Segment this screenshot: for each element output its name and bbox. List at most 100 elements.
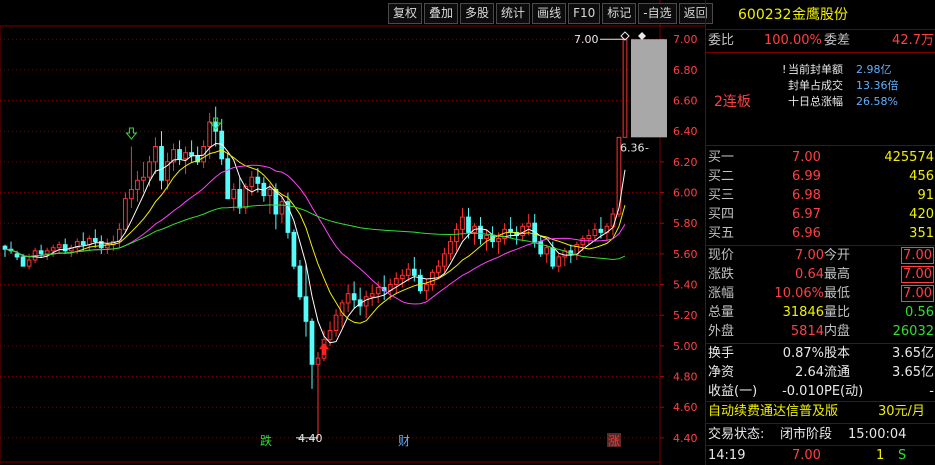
- axis-tick-label: 6.00: [673, 187, 698, 200]
- candle-body: [135, 179, 140, 190]
- promo-price[interactable]: 30元/月: [878, 402, 925, 421]
- prev-close-dash: -: [645, 141, 649, 154]
- axis-tick-label: 5.80: [673, 217, 698, 230]
- candle-body: [249, 176, 255, 187]
- quote-value: 7.00: [901, 285, 934, 302]
- candle: [417, 269, 423, 294]
- bid-price: 6.98: [792, 188, 821, 203]
- toolbar-button[interactable]: 画线: [532, 3, 567, 24]
- bid-row: 买五 6.96 351: [706, 224, 935, 243]
- fundamental-value: 2.64: [795, 365, 824, 380]
- marker-label: 财: [398, 434, 410, 448]
- quote-label: 最低: [824, 286, 851, 301]
- quote-value: 26032: [892, 324, 934, 339]
- candle-body: [399, 274, 405, 279]
- quote-value: 10.06%: [774, 286, 824, 301]
- quote-row: 涨跌 0.64 最高 7.00: [706, 265, 935, 284]
- candle: [225, 152, 231, 200]
- candle: [237, 177, 243, 214]
- candle-body: [327, 330, 333, 341]
- candle-body: [436, 265, 441, 273]
- toolbar-button[interactable]: 复权: [388, 3, 423, 24]
- candle-body: [153, 146, 158, 163]
- toolbar-button[interactable]: F10: [568, 3, 601, 24]
- candle-body: [38, 250, 44, 255]
- toolbar-button[interactable]: 叠加: [424, 3, 459, 24]
- candle: [574, 241, 580, 260]
- bid-row: 买四 6.97 420: [706, 205, 935, 224]
- candle-body: [2, 245, 8, 250]
- bid-row: 买三 6.98 91: [706, 186, 935, 205]
- candle-body: [159, 146, 164, 181]
- promo-text[interactable]: 自动续费通达信普及版: [708, 402, 838, 421]
- axis-tick-label: 6.40: [673, 125, 698, 138]
- bid-volume: 456: [909, 169, 934, 184]
- toolbar-button[interactable]: 多股: [460, 3, 495, 24]
- candle-body: [26, 259, 32, 267]
- candle: [297, 260, 303, 300]
- candle: [129, 146, 134, 208]
- marker-label: 涨: [608, 433, 620, 448]
- candle-body: [405, 268, 411, 276]
- bid-price: 7.00: [792, 150, 821, 165]
- tick-time: 14:19: [708, 448, 746, 463]
- event-marker-cai: 财: [398, 434, 410, 448]
- candle-body: [183, 152, 188, 160]
- trade-status-time: 15:00:04: [848, 427, 907, 442]
- toolbar-button[interactable]: -自选: [638, 3, 677, 24]
- bid-label: 买五: [708, 226, 735, 241]
- candle-body: [309, 320, 315, 365]
- quote-row: 涨幅 10.06% 最低 7.00: [706, 284, 935, 303]
- candle-body: [44, 250, 50, 255]
- candle-body: [237, 188, 243, 209]
- candle-body: [333, 314, 339, 332]
- candle: [123, 192, 128, 233]
- toolbar-button[interactable]: 标记: [602, 3, 637, 24]
- quote-label: 内盘: [824, 324, 851, 339]
- candle: [369, 284, 375, 306]
- order-ratio-row: 委比 100.00% 委差 42.7万: [706, 31, 935, 50]
- candle-body: [56, 244, 62, 249]
- quote-value: 0.64: [795, 267, 824, 282]
- kline-svg[interactable]: 7.00 6.80 6.60 6.40 6.20 6.00 5.80 5.60 5.40 5.20…: [0, 0, 705, 465]
- candle: [219, 118, 225, 165]
- axis-tick-label: 5.40: [673, 279, 698, 292]
- axis-tick-label: 4.80: [673, 371, 698, 384]
- axis-tick-label: 7.00: [673, 33, 698, 46]
- fundamental-value: 0.87%: [782, 346, 824, 361]
- promo-row[interactable]: 自动续费通达信普及版 30元/月: [706, 402, 935, 421]
- bid-volume: 351: [909, 226, 934, 241]
- quote-label: 最高: [824, 267, 851, 282]
- candle: [303, 263, 309, 337]
- candle-body: [592, 228, 598, 236]
- wei-bi-label: 委比: [708, 33, 735, 48]
- bid-row: 买二 6.99 456: [706, 167, 935, 186]
- candle-body: [279, 201, 285, 215]
- candle: [291, 229, 297, 270]
- candle-body: [580, 238, 586, 246]
- candle-body: [363, 296, 369, 307]
- quote-value: 31846: [782, 305, 824, 320]
- wei-cha-value: 42.7万: [892, 33, 934, 48]
- toolbar-button[interactable]: 统计: [496, 3, 531, 24]
- candle-body: [369, 293, 375, 298]
- kline-chart[interactable]: 7.00 6.80 6.60 6.40 6.20 6.00 5.80 5.60 5.40 5.20…: [0, 0, 713, 465]
- candle: [309, 318, 315, 389]
- event-marker-zhang: 涨: [607, 433, 621, 448]
- candle-body: [586, 234, 592, 240]
- candle: [423, 278, 429, 300]
- candle: [171, 143, 176, 172]
- candle: [153, 137, 158, 175]
- stock-header: 600232 金鹰股份: [706, 6, 935, 25]
- down-arrow-icon: [125, 127, 138, 140]
- candle: [68, 244, 74, 257]
- fundamental-label: 流通: [824, 365, 851, 380]
- candle: [141, 161, 146, 193]
- candle: [207, 112, 213, 159]
- candle-body: [123, 198, 128, 230]
- candle-body: [544, 247, 550, 255]
- stock-code: 600232: [738, 7, 792, 23]
- candle-body: [538, 241, 544, 255]
- candle-body: [20, 256, 26, 267]
- quote-label: 今开: [824, 248, 851, 263]
